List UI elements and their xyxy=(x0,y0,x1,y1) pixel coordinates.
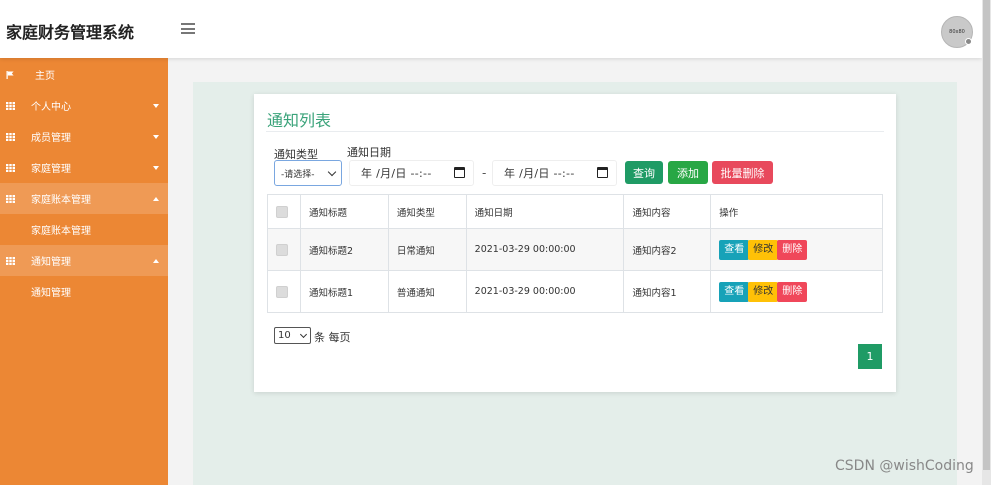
sidebar-item-members[interactable]: 成员管理 xyxy=(0,121,168,152)
sidebar-item-label: 成员管理 xyxy=(31,133,71,144)
view-button[interactable]: 查看 xyxy=(719,281,750,302)
chevron-down-icon xyxy=(299,330,308,339)
column-header: 操作 xyxy=(710,194,883,229)
grid-icon xyxy=(6,163,15,172)
date-range-separator: - xyxy=(482,166,487,180)
cell-title: 通知标题1 xyxy=(299,270,389,313)
batch-delete-button[interactable]: 批量删除 xyxy=(712,161,773,184)
column-header[interactable]: 通知日期 xyxy=(465,194,625,229)
chevron-down-icon xyxy=(153,165,159,170)
flag-icon xyxy=(6,70,14,79)
sidebar-item-notice[interactable]: 通知管理 xyxy=(0,245,168,276)
sidebar-item-label: 主页 xyxy=(35,71,55,82)
sidebar-item-family[interactable]: 家庭管理 xyxy=(0,152,168,183)
chevron-down-icon xyxy=(153,103,159,108)
row-checkbox[interactable] xyxy=(276,285,288,298)
date-start-value: 年 /月/日 --:-- xyxy=(361,167,432,180)
cell-actions: 查看 修改 删除 xyxy=(710,270,883,313)
chevron-up-icon xyxy=(153,258,159,263)
notice-list-card: 通知列表 通知类型 通知日期 -请选择- 年 /月/日 --:-- - 年 /月… xyxy=(254,94,896,392)
menu-toggle-icon[interactable] xyxy=(181,23,195,34)
cell-content: 通知内容1 xyxy=(623,270,712,313)
cell-date: 2021-03-29 00:00:00 xyxy=(465,228,625,271)
grid-icon xyxy=(6,256,15,265)
chevron-down-icon xyxy=(153,134,159,139)
column-header[interactable]: 通知类型 xyxy=(387,194,467,229)
divider xyxy=(266,131,884,132)
avatar-text: 80x80 xyxy=(949,29,965,35)
date-start-input[interactable]: 年 /月/日 --:-- xyxy=(349,160,474,186)
column-header[interactable]: 通知标题 xyxy=(299,194,389,229)
date-filter-label: 通知日期 xyxy=(347,146,391,159)
calendar-icon[interactable] xyxy=(454,167,465,178)
date-end-value: 年 /月/日 --:-- xyxy=(504,167,575,180)
cell-actions: 查看 修改 删除 xyxy=(710,228,883,271)
page-size-select[interactable]: 10 xyxy=(274,327,311,344)
top-bar: 家庭财务管理系统 80x80 xyxy=(0,0,982,58)
sidebar-item-label: 家庭管理 xyxy=(31,164,71,175)
status-dot xyxy=(965,38,972,45)
chevron-up-icon xyxy=(153,196,159,201)
sidebar-item-label: 通知管理 xyxy=(31,257,71,268)
sidebar: 主页 个人中心 成员管理 家庭管理 家庭账本管理 家庭账本管理 通知管理 通知管… xyxy=(0,58,168,485)
sidebar-subitem-label: 家庭账本管理 xyxy=(31,226,91,237)
delete-button[interactable]: 删除 xyxy=(777,239,808,260)
sidebar-item-ledger[interactable]: 家庭账本管理 xyxy=(0,183,168,214)
cell-type: 普通通知 xyxy=(387,270,467,313)
query-button[interactable]: 查询 xyxy=(625,161,663,184)
sidebar-subitem-ledger[interactable]: 家庭账本管理 xyxy=(0,214,168,245)
date-end-input[interactable]: 年 /月/日 --:-- xyxy=(492,160,617,186)
page-size-label: 条 每页 xyxy=(314,331,351,344)
type-select[interactable]: -请选择- xyxy=(274,160,342,186)
calendar-icon[interactable] xyxy=(597,167,608,178)
page-title: 通知列表 xyxy=(267,111,332,130)
add-button[interactable]: 添加 xyxy=(668,161,708,184)
sidebar-subitem-notice[interactable]: 通知管理 xyxy=(0,276,168,307)
edit-button[interactable]: 修改 xyxy=(748,239,779,260)
watermark: CSDN @wishCoding xyxy=(835,458,974,474)
sidebar-item-home[interactable]: 主页 xyxy=(0,59,168,90)
column-header[interactable]: 通知内容 xyxy=(623,194,712,229)
page-size-value: 10 xyxy=(278,330,291,341)
grid-icon xyxy=(6,194,15,203)
cell-type: 日常通知 xyxy=(387,228,467,271)
app-title: 家庭财务管理系统 xyxy=(6,23,135,42)
sidebar-item-label: 个人中心 xyxy=(31,102,71,113)
cell-title: 通知标题2 xyxy=(299,228,389,271)
sidebar-item-personal-center[interactable]: 个人中心 xyxy=(0,90,168,121)
page-button-current[interactable]: 1 xyxy=(858,344,882,369)
type-select-value: -请选择- xyxy=(281,169,315,180)
table-row: 通知标题1 普通通知 2021-03-29 00:00:00 通知内容1 查看修… xyxy=(267,270,883,313)
view-button[interactable]: 查看 xyxy=(719,239,750,260)
delete-button[interactable]: 删除 xyxy=(777,281,808,302)
grid-icon xyxy=(6,101,15,110)
sidebar-subitem-label: 通知管理 xyxy=(31,288,71,299)
cell-date: 2021-03-29 00:00:00 xyxy=(465,270,625,313)
select-all-checkbox[interactable] xyxy=(276,205,288,218)
avatar[interactable]: 80x80 xyxy=(941,16,973,48)
edit-button[interactable]: 修改 xyxy=(748,281,779,302)
notice-table: 通知标题 通知类型 通知日期 通知内容 操作 通知标题2 日常通知 2021-0… xyxy=(267,194,883,313)
page-scrollbar[interactable] xyxy=(982,0,991,485)
table-header-row: 通知标题 通知类型 通知日期 通知内容 操作 xyxy=(267,194,883,229)
cell-content: 通知内容2 xyxy=(623,228,712,271)
chevron-down-icon xyxy=(327,167,337,177)
table-row: 通知标题2 日常通知 2021-03-29 00:00:00 通知内容2 查看修… xyxy=(267,228,883,271)
row-checkbox[interactable] xyxy=(276,243,288,256)
sidebar-item-label: 家庭账本管理 xyxy=(31,195,91,206)
select-all-cell xyxy=(267,194,301,229)
grid-icon xyxy=(6,132,15,141)
